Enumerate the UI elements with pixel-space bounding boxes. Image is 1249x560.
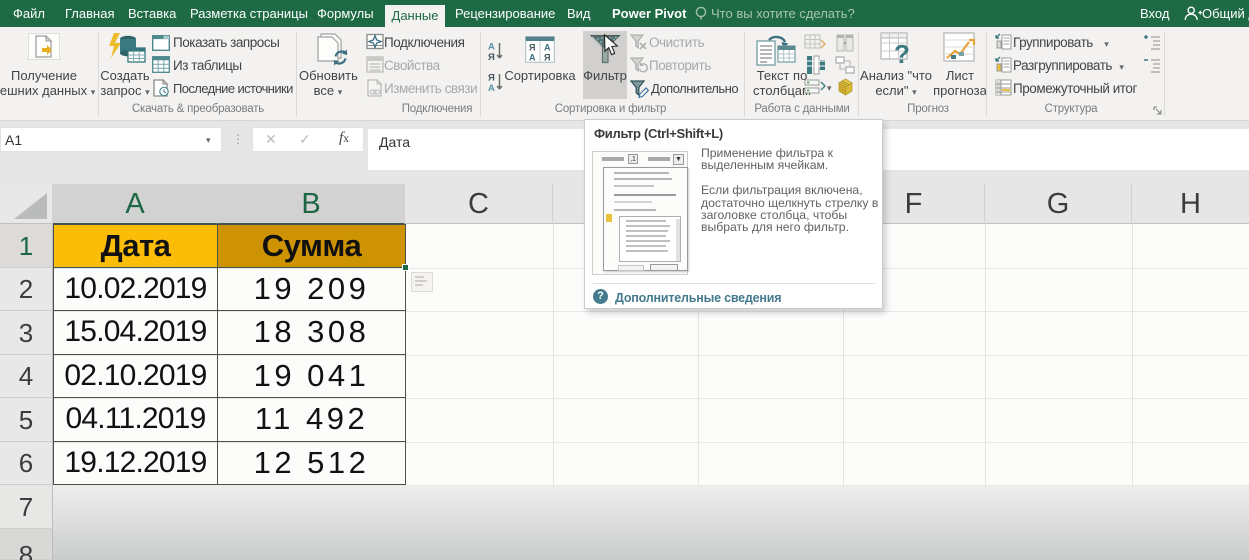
svg-text:А: А	[488, 42, 495, 53]
svg-text:▾: ▾	[827, 83, 832, 93]
svg-text:А: А	[488, 83, 495, 94]
svg-text:Я: Я	[488, 52, 495, 63]
svg-text:А: А	[544, 43, 551, 53]
svg-text:А: А	[529, 53, 536, 63]
svg-text:Я: Я	[529, 43, 535, 53]
svg-text:?: ?	[894, 39, 910, 66]
svg-text:Я: Я	[488, 73, 495, 84]
svg-text:Я: Я	[544, 53, 550, 63]
